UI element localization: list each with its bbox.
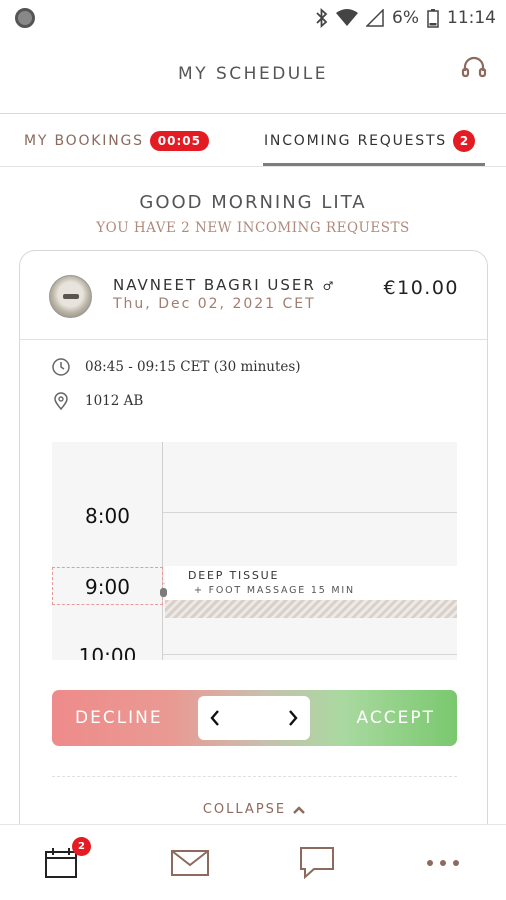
mini-calendar[interactable]: 8:00 9:00 10:00 DEEP TISSUE + FOOT MASSA… xyxy=(52,442,457,660)
decline-label: DECLINE xyxy=(75,708,163,728)
nav-more[interactable] xyxy=(423,843,463,883)
calendar-hour-line xyxy=(163,512,457,513)
price: €10.00 xyxy=(383,277,459,299)
bluetooth-icon xyxy=(316,8,328,28)
calendar-hour-label: 9:00 xyxy=(85,575,130,599)
page-title: MY SCHEDULE xyxy=(178,64,328,84)
nav-chat[interactable] xyxy=(297,843,337,883)
calendar-hours-gutter xyxy=(52,442,163,660)
tab-incoming-requests[interactable]: INCOMING REQUESTS 2 xyxy=(264,115,475,167)
battery-icon xyxy=(427,9,439,28)
accept-label: ACCEPT xyxy=(356,708,435,728)
request-card: NAVNEET BAGRI USER ♂ Thu, Dec 02, 2021 C… xyxy=(19,250,488,870)
greeting-title: GOOD MORNING LITA xyxy=(139,192,367,213)
event-handle xyxy=(160,588,167,597)
wifi-icon xyxy=(336,9,359,26)
calendar-event[interactable]: DEEP TISSUE + FOOT MASSAGE 15 MIN xyxy=(165,566,457,600)
decline-accept-slider[interactable]: DECLINE ACCEPT xyxy=(52,690,457,746)
chevron-right-icon xyxy=(289,710,298,726)
chat-icon xyxy=(300,847,334,880)
status-icons: 6% 11:14 xyxy=(316,6,496,30)
bookings-timer-badge: 00:05 xyxy=(149,131,209,151)
calendar-hour-label: 10:00 xyxy=(78,644,137,660)
headset-icon[interactable] xyxy=(460,54,488,82)
signal-icon xyxy=(366,9,384,27)
client-name: NAVNEET BAGRI USER ♂ xyxy=(113,276,335,294)
male-icon: ♂ xyxy=(322,279,336,293)
more-icon xyxy=(427,860,459,866)
tab-my-bookings[interactable]: MY BOOKINGS 00:05 xyxy=(24,115,209,167)
card-divider xyxy=(20,339,487,340)
card-dashed-divider xyxy=(52,776,457,777)
battery-percent: 6% xyxy=(392,8,419,28)
event-title: DEEP TISSUE xyxy=(188,569,280,582)
client-name-text: NAVNEET BAGRI USER xyxy=(113,276,316,294)
notification-dot-icon xyxy=(15,8,35,28)
avatar xyxy=(49,275,92,318)
collapse-button[interactable]: COLLAPSE xyxy=(20,802,487,817)
greeting-subtitle: YOU HAVE 2 NEW INCOMING REQUESTS xyxy=(96,220,410,236)
clock-icon xyxy=(52,358,70,376)
location-row: 1012 AB xyxy=(51,391,143,411)
app-header: MY SCHEDULE xyxy=(0,36,506,114)
booking-date: Thu, Dec 02, 2021 CET xyxy=(113,296,316,312)
tab-incoming-requests-label: INCOMING REQUESTS xyxy=(264,133,447,149)
requests-count-badge: 2 xyxy=(453,130,475,152)
bottom-nav: 2 xyxy=(0,824,506,900)
busy-block xyxy=(165,600,457,618)
active-tab-indicator xyxy=(263,163,485,166)
slider-handle[interactable] xyxy=(198,696,310,740)
chevron-up-icon xyxy=(293,805,305,814)
calendar-hour-line xyxy=(163,654,457,655)
schedule-tabs: MY BOOKINGS 00:05 INCOMING REQUESTS 2 xyxy=(0,115,506,167)
mail-icon xyxy=(171,850,209,876)
time-row: 08:45 - 09:15 CET (30 minutes) xyxy=(51,357,301,377)
chevron-left-icon xyxy=(210,710,219,726)
schedule-badge: 2 xyxy=(72,837,91,856)
nav-messages[interactable] xyxy=(170,843,210,883)
calendar-hour-label: 8:00 xyxy=(85,504,130,528)
time-range: 08:45 - 09:15 CET (30 minutes) xyxy=(85,359,301,375)
status-bar: 6% 11:14 xyxy=(0,0,506,36)
nav-schedule[interactable]: 2 xyxy=(41,837,91,883)
location-pin-icon xyxy=(54,392,68,411)
tab-my-bookings-label: MY BOOKINGS xyxy=(24,133,144,149)
location-text: 1012 AB xyxy=(85,393,144,409)
event-subtitle: + FOOT MASSAGE 15 MIN xyxy=(194,585,355,596)
clock: 11:14 xyxy=(447,8,496,28)
collapse-label: COLLAPSE xyxy=(202,802,287,817)
